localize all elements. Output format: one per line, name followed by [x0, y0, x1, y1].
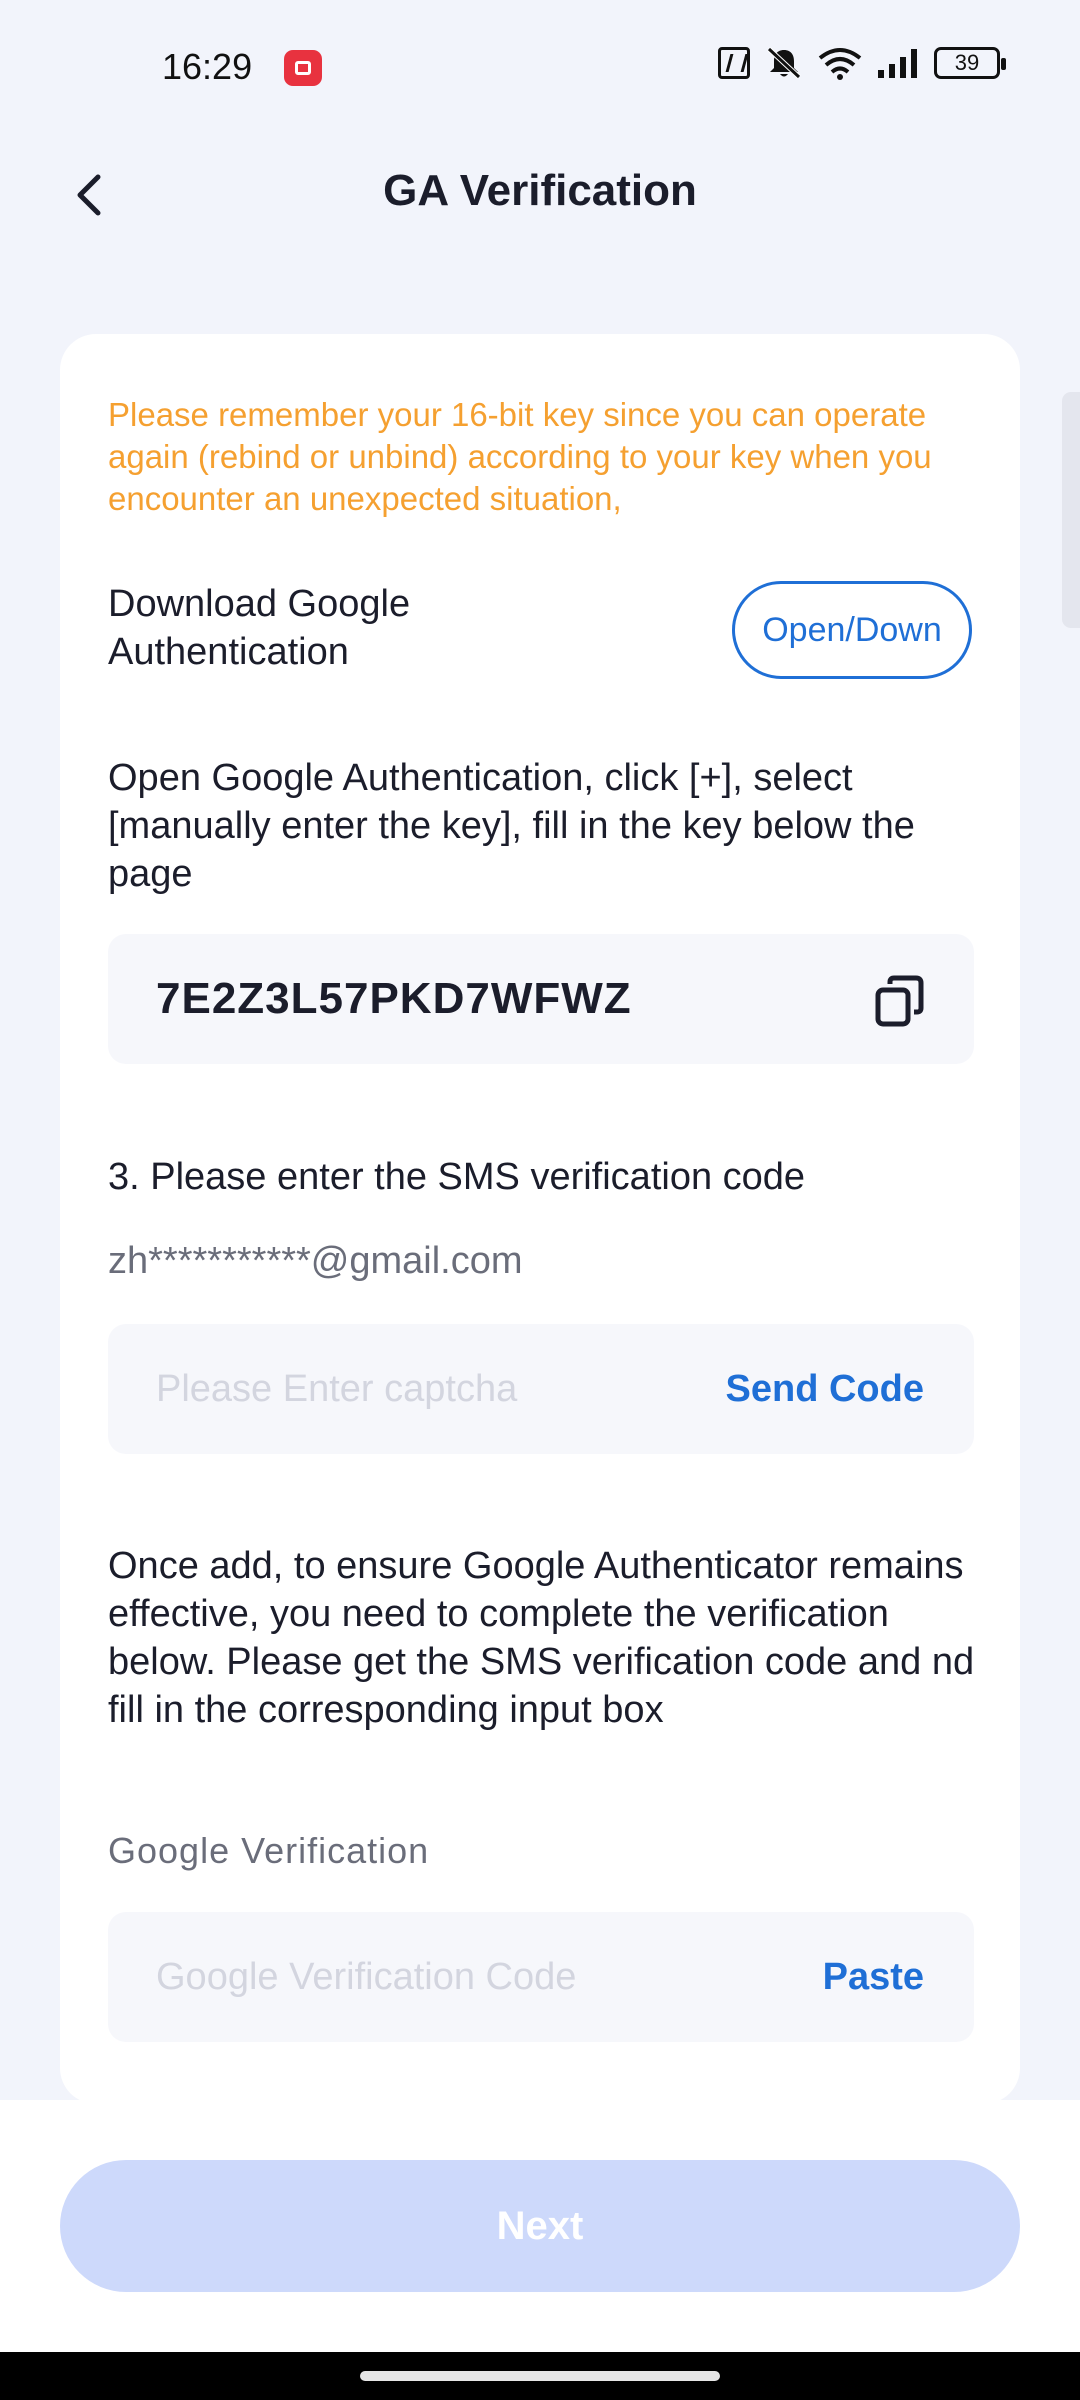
- open-down-button[interactable]: Open/Down: [732, 581, 972, 679]
- paste-button[interactable]: Paste: [823, 1956, 924, 1999]
- status-bar: 16:29 39: [0, 0, 1080, 130]
- battery-icon: 39: [934, 47, 1006, 79]
- nfc-icon: [718, 47, 750, 79]
- masked-email: zh***********@gmail.com: [108, 1240, 523, 1282]
- mute-icon: [767, 47, 801, 79]
- home-indicator[interactable]: [360, 2371, 720, 2381]
- status-time: 16:29: [162, 46, 253, 87]
- ga-setup-card: Please remember your 16-bit key since yo…: [60, 334, 1020, 2104]
- send-code-button[interactable]: Send Code: [726, 1368, 924, 1411]
- download-label: Download Google Authentication: [108, 583, 411, 673]
- captcha-input[interactable]: [156, 1324, 716, 1454]
- next-button[interactable]: Next: [60, 2160, 1020, 2292]
- copy-icon[interactable]: [874, 974, 926, 1028]
- header: GA Verification: [0, 130, 1080, 260]
- status-icons: 39: [718, 46, 1006, 80]
- instructions-text: Open Google Authentication, click [+], s…: [108, 757, 915, 895]
- captcha-field-box: Send Code: [108, 1324, 974, 1454]
- key-warning-text: Please remember your 16-bit key since yo…: [108, 396, 932, 517]
- ga-code-field-box: Paste: [108, 1912, 974, 2042]
- sms-section-title: 3. Please enter the SMS verification cod…: [108, 1156, 806, 1198]
- screen-record-icon: [284, 50, 322, 86]
- scrollbar-thumb[interactable]: [1062, 392, 1080, 628]
- signal-icon: [878, 49, 917, 78]
- bottom-action-bar: Next: [0, 2100, 1080, 2352]
- secret-key: 7E2Z3L57PKD7WFWZ: [156, 974, 632, 1023]
- page-title: GA Verification: [383, 166, 697, 215]
- google-verification-label: Google Verification: [108, 1830, 430, 1871]
- verification-note: Once add, to ensure Google Authenticator…: [108, 1545, 975, 1731]
- key-box: 7E2Z3L57PKD7WFWZ: [108, 934, 974, 1064]
- ga-code-input[interactable]: [156, 1912, 716, 2042]
- wifi-icon: [818, 48, 862, 80]
- system-nav-bar: [0, 2352, 1080, 2400]
